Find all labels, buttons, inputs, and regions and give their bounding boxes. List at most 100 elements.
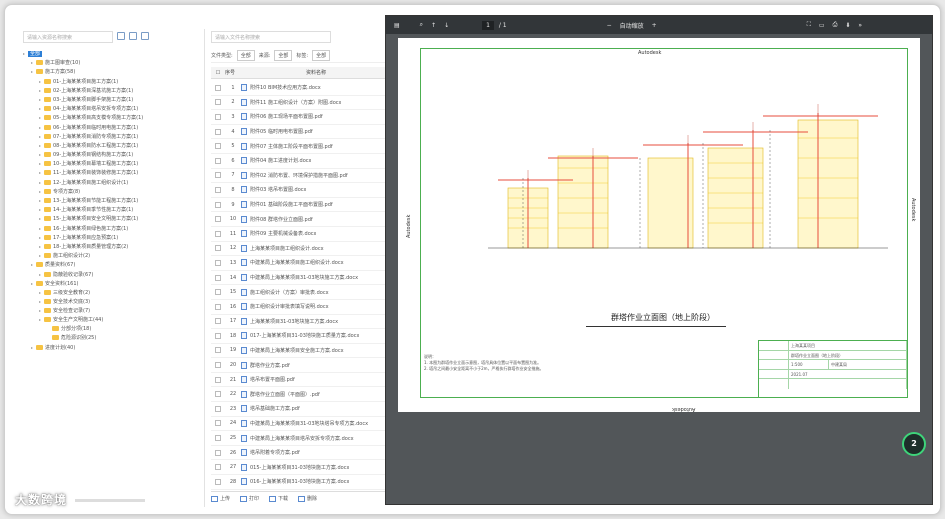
tree-item[interactable]: ▸ 10-上海某某项目幕墙工程施工方案(1) bbox=[23, 159, 205, 168]
tree-item[interactable]: ▸ 13-上海某某项目节能工程施工方案(1) bbox=[23, 196, 205, 205]
tree-item[interactable]: ▸ 施工图审查(10) bbox=[23, 58, 205, 67]
tree-item[interactable]: ▸ 安全技术交底(3) bbox=[23, 297, 205, 306]
row-checkbox[interactable] bbox=[215, 143, 221, 150]
file-search-input[interactable]: 请输入文件名称搜索 bbox=[211, 31, 331, 43]
file-row[interactable]: 26 塔吊附着专项方案.pdf bbox=[211, 446, 387, 461]
search-icon[interactable]: ⌕ bbox=[420, 21, 423, 29]
next-page-icon[interactable]: ↓ bbox=[444, 22, 449, 29]
row-checkbox[interactable] bbox=[215, 274, 221, 281]
tree-item[interactable]: ▸ 17-上海某某项目应急预案(1) bbox=[23, 233, 205, 242]
page-count-badge[interactable]: 2 bbox=[902, 432, 926, 456]
file-row[interactable]: 13 中建某局上海某某项目施工组织设计.docx bbox=[211, 256, 387, 271]
row-checkbox[interactable] bbox=[215, 289, 221, 296]
row-checkbox[interactable] bbox=[215, 172, 221, 179]
tree-item[interactable]: ▸ 安全资料(161) bbox=[23, 279, 205, 288]
file-row[interactable]: 7 附件02 消防布置、环境保护措施平面图.pdf bbox=[211, 169, 387, 184]
row-checkbox[interactable] bbox=[215, 478, 221, 485]
tree-item[interactable]: ▸ 12-上海某某项目施工组织设计(1) bbox=[23, 178, 205, 187]
filter-type-select[interactable]: 全部 bbox=[236, 50, 255, 61]
tree-item[interactable]: ▸ 14-上海某某项目季节性施工方案(1) bbox=[23, 205, 205, 214]
tree-item[interactable]: ▸ 09-上海某某项目钢结构施工方案(1) bbox=[23, 150, 205, 159]
tree-item[interactable]: ▸ 08-上海某某项目防水工程施工方案(1) bbox=[23, 141, 205, 150]
print-button[interactable]: 打印 bbox=[240, 495, 259, 502]
file-row[interactable]: 22 群塔作业立面图（平面图）.pdf bbox=[211, 387, 387, 403]
file-row[interactable]: 28 016-上海某某项目31-03地块施工方案.docx bbox=[211, 475, 387, 490]
tree-item[interactable]: ▸ 安全生产文明施工(44) bbox=[23, 315, 205, 324]
upload-button[interactable]: 上传 bbox=[211, 495, 230, 502]
file-row[interactable]: 5 附件07 主体施工阶段平面布置图.pdf bbox=[211, 139, 387, 154]
row-checkbox[interactable] bbox=[215, 259, 221, 266]
fullscreen-icon[interactable]: ⛶ bbox=[807, 21, 811, 29]
print-pdf-icon[interactable]: ⎙ bbox=[833, 21, 838, 29]
row-checkbox[interactable] bbox=[215, 362, 221, 369]
tree-item[interactable]: ▸ 施工组织设计(2) bbox=[23, 251, 205, 260]
row-checkbox[interactable] bbox=[215, 84, 221, 91]
row-checkbox[interactable] bbox=[215, 449, 221, 456]
file-row[interactable]: 2 附件11 施工组织设计（方案）附图.docx bbox=[211, 96, 387, 111]
page-number-input[interactable]: 1 bbox=[482, 20, 494, 30]
file-row[interactable]: 12 上海某某项目施工组织设计.docx bbox=[211, 242, 387, 257]
row-checkbox[interactable] bbox=[215, 318, 221, 325]
file-row[interactable]: 17 上海某某项目31-03地块施工方案.docx bbox=[211, 315, 387, 330]
row-checkbox[interactable] bbox=[215, 347, 221, 354]
tree-item[interactable]: ▸ 15-上海某某项目安全文明施工方案(1) bbox=[23, 214, 205, 223]
filter-source-select[interactable]: 全部 bbox=[274, 50, 293, 61]
row-checkbox[interactable] bbox=[215, 216, 221, 223]
file-row[interactable]: 21 塔吊布置平面图.pdf bbox=[211, 373, 387, 388]
select-all-checkbox[interactable]: ☐ bbox=[211, 70, 225, 76]
row-checkbox[interactable] bbox=[215, 376, 221, 383]
zoom-out-icon[interactable]: − bbox=[607, 22, 612, 29]
row-checkbox[interactable] bbox=[215, 405, 221, 412]
row-checkbox[interactable] bbox=[215, 113, 221, 120]
delete-folder-icon[interactable] bbox=[141, 32, 149, 40]
tree-item[interactable]: ▸ 质量资料(67) bbox=[23, 260, 205, 269]
file-row[interactable]: 3 附件06 施工现场平面布置图.pdf bbox=[211, 110, 387, 125]
file-row[interactable]: 11 附件09 主要机械设备表.docx bbox=[211, 227, 387, 242]
row-checkbox[interactable] bbox=[215, 391, 221, 398]
file-row[interactable]: 23 塔吊基础施工方案.pdf bbox=[211, 402, 387, 417]
tree-item[interactable]: ▸ 03-上海某某项目脚手架施工方案(1) bbox=[23, 95, 205, 104]
row-checkbox[interactable] bbox=[215, 186, 221, 193]
tree-item[interactable]: 危险源识别(25) bbox=[23, 334, 205, 343]
file-row[interactable]: 4 附件05 临时用电布置图.pdf bbox=[211, 125, 387, 140]
file-row[interactable]: 16 施工组织设计审批表填写说明.docx bbox=[211, 300, 387, 315]
row-checkbox[interactable] bbox=[215, 332, 221, 339]
file-row[interactable]: 6 附件04 施工进度计划.docx bbox=[211, 154, 387, 169]
edit-folder-icon[interactable] bbox=[129, 32, 137, 40]
file-row[interactable]: 1 附件10 BIM技术应用方案.docx bbox=[211, 81, 387, 96]
tree-item[interactable]: ▸ 隐蔽验收记录(67) bbox=[23, 270, 205, 279]
row-checkbox[interactable] bbox=[215, 420, 221, 427]
add-folder-icon[interactable] bbox=[117, 32, 125, 40]
tree-item[interactable]: ▸ 06-上海某某项目临时用电施工方案(1) bbox=[23, 123, 205, 132]
file-row[interactable]: 18 017-上海某某项目31-03地块施工质量方案.docx bbox=[211, 329, 387, 344]
file-row[interactable]: 19 中建某局上海某某项目安全施工方案.docx bbox=[211, 344, 387, 359]
filter-tag-select[interactable]: 全部 bbox=[312, 50, 331, 61]
sidebar-toggle-icon[interactable]: ▤ bbox=[394, 22, 400, 29]
tree-item[interactable]: 分部分项(18) bbox=[23, 325, 205, 334]
tree-item[interactable]: ▸ 18-上海某某项目质量管理方案(2) bbox=[23, 242, 205, 251]
delete-button[interactable]: 删除 bbox=[298, 495, 317, 502]
tree-item[interactable]: ▸ 进度计划(40) bbox=[23, 343, 205, 352]
row-checkbox[interactable] bbox=[215, 157, 221, 164]
tree-item[interactable]: ▸ 07-上海某某项目消防专项施工方案(1) bbox=[23, 132, 205, 141]
tree-item[interactable]: ▸ 02-上海某某项目深基坑施工方案(1) bbox=[23, 86, 205, 95]
zoom-in-icon[interactable]: + bbox=[652, 22, 657, 29]
zoom-select[interactable]: 自动缩放 bbox=[620, 21, 644, 30]
tree-item[interactable]: ▸ 安全检查记录(7) bbox=[23, 306, 205, 315]
tree-item[interactable]: ▸ 专项方案(8) bbox=[23, 187, 205, 196]
row-checkbox[interactable] bbox=[215, 201, 221, 208]
tree-item[interactable]: ▸ 全部 bbox=[23, 49, 205, 58]
tree-item[interactable]: ▸ 11-上海某某项目装饰装修施工方案(1) bbox=[23, 168, 205, 177]
tree-item[interactable]: ▸ 三级安全教育(2) bbox=[23, 288, 205, 297]
row-checkbox[interactable] bbox=[215, 245, 221, 252]
row-checkbox[interactable] bbox=[215, 99, 221, 106]
file-row[interactable]: 9 附件01 基础阶段施工平面布置图.pdf bbox=[211, 198, 387, 213]
file-row[interactable]: 8 附件03 塔吊布置图.docx bbox=[211, 183, 387, 198]
row-checkbox[interactable] bbox=[215, 230, 221, 237]
file-row[interactable]: 10 附件08 群塔作业立面图.pdf bbox=[211, 212, 387, 227]
row-checkbox[interactable] bbox=[215, 303, 221, 310]
tree-item[interactable]: ▸ 16-上海某某项目绿色施工方案(1) bbox=[23, 224, 205, 233]
file-row[interactable]: 14 中建某局上海某某项目31-03地块施工方案.docx bbox=[211, 271, 387, 286]
row-checkbox[interactable] bbox=[215, 464, 221, 471]
open-file-icon[interactable]: ▭ bbox=[819, 22, 825, 29]
